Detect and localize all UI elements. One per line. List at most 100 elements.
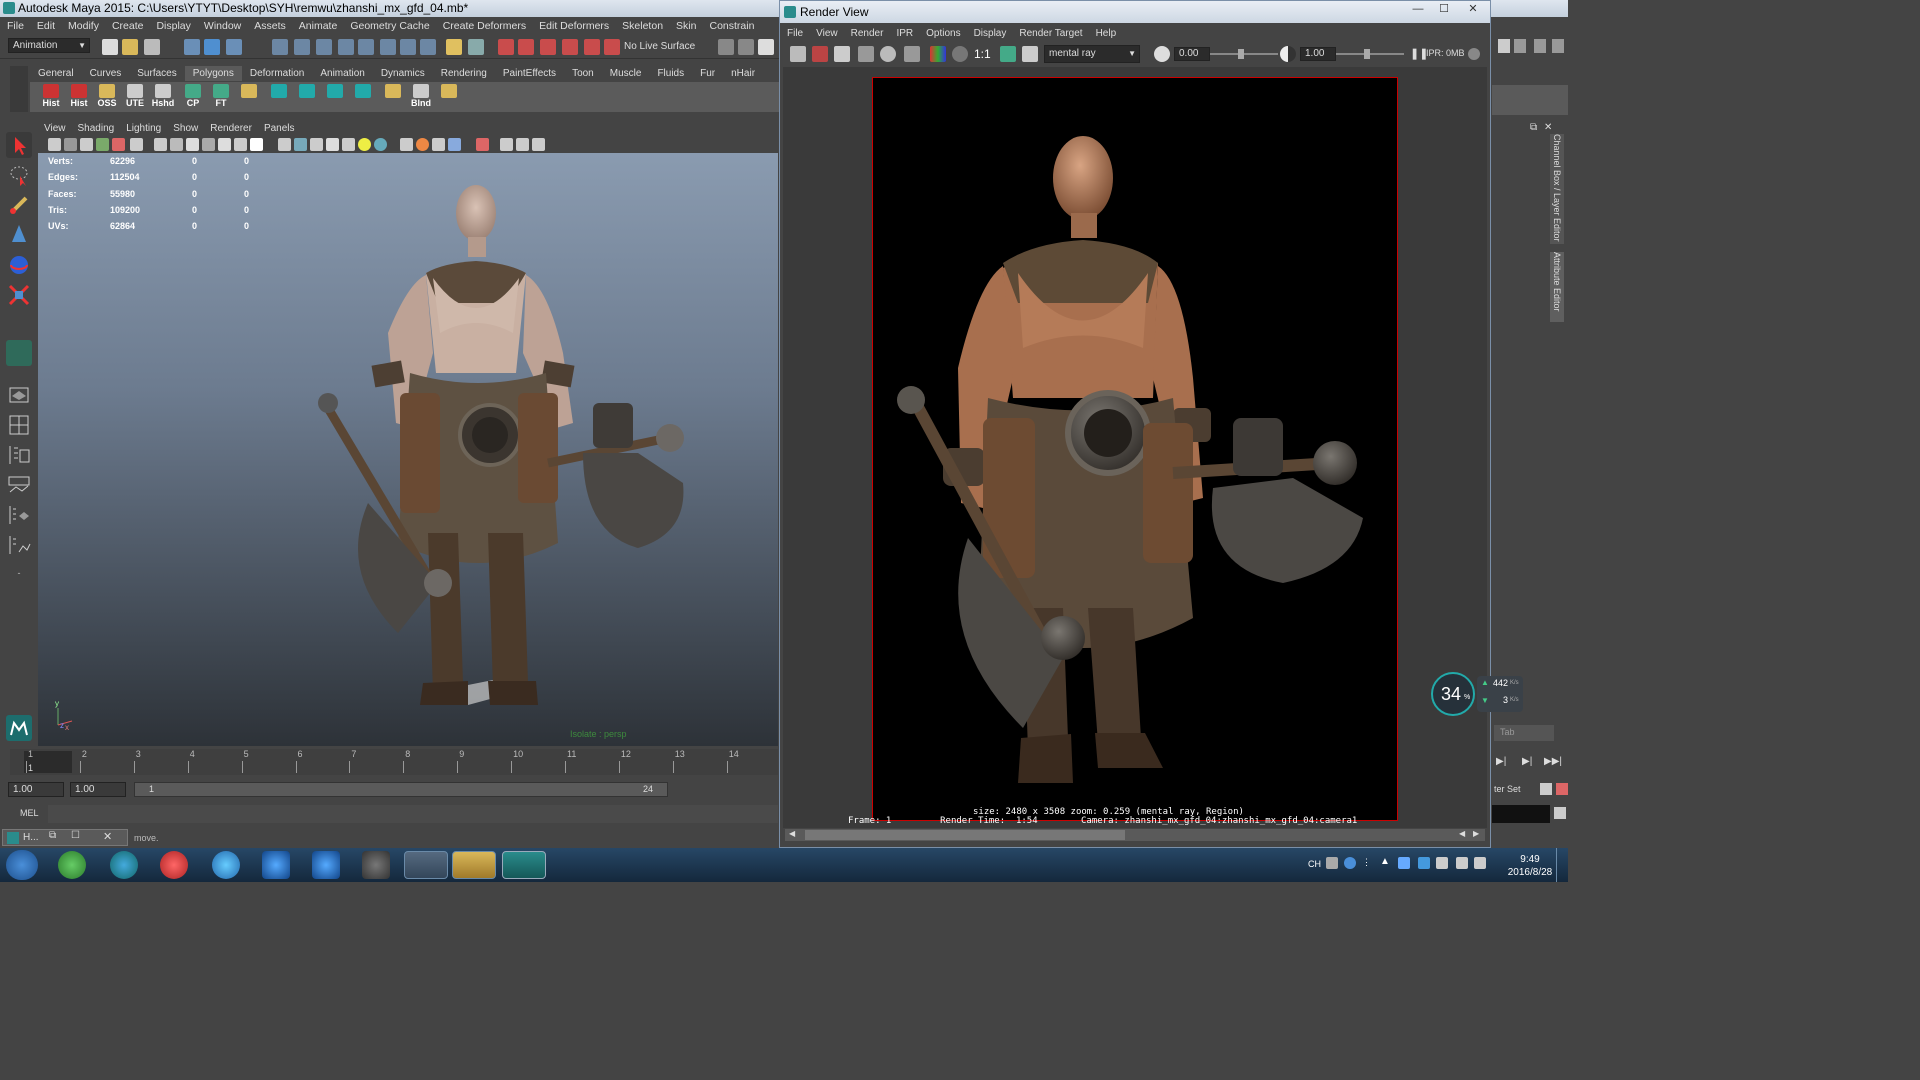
snapshot-icon[interactable] bbox=[834, 46, 850, 62]
paint-select-icon[interactable] bbox=[6, 192, 32, 218]
gamma-slider-handle[interactable] bbox=[1364, 49, 1370, 59]
range-slider-bar[interactable]: 1 24 bbox=[134, 782, 668, 797]
minimized-window[interactable]: H... ⧉ ☐ ✕ bbox=[2, 829, 128, 846]
ipr-icon[interactable] bbox=[858, 46, 874, 62]
xray-active-icon[interactable] bbox=[516, 138, 529, 151]
script-editor-icon[interactable] bbox=[1554, 807, 1566, 819]
menu-geometry-cache[interactable]: Geometry Cache bbox=[343, 18, 435, 34]
tray-expand-icon[interactable]: ▲ bbox=[1380, 856, 1390, 867]
new-scene-icon[interactable] bbox=[102, 39, 118, 55]
shelf-tab-dynamics[interactable]: Dynamics bbox=[373, 66, 433, 81]
sphere-icon[interactable] bbox=[374, 138, 387, 151]
panel-menu-panels[interactable]: Panels bbox=[258, 121, 301, 136]
rv-menu-render[interactable]: Render bbox=[844, 27, 890, 41]
shelf-button-tool-10[interactable] bbox=[322, 83, 348, 111]
channel-box-icon[interactable] bbox=[1552, 39, 1564, 53]
horizontal-scrollbar[interactable]: ◀ ◀ ▶ bbox=[785, 829, 1485, 841]
shelf-options[interactable] bbox=[10, 66, 28, 112]
rv-menu-help[interactable]: Help bbox=[1089, 27, 1123, 41]
shelf-button-tool-8[interactable] bbox=[266, 83, 292, 111]
shelf-button-ft[interactable]: FT bbox=[208, 83, 234, 111]
snap-surface-icon[interactable] bbox=[358, 39, 374, 55]
tool-settings-icon[interactable] bbox=[1534, 39, 1546, 53]
close-icon[interactable]: ✕ bbox=[1458, 2, 1488, 17]
panel-menu-lighting[interactable]: Lighting bbox=[120, 121, 167, 136]
textures-icon[interactable] bbox=[218, 138, 231, 151]
volume-icon[interactable] bbox=[1456, 857, 1468, 869]
shadows-icon[interactable] bbox=[278, 138, 291, 151]
restore-icon[interactable]: ⧉ bbox=[49, 830, 56, 841]
scroll-left-icon[interactable]: ◀ bbox=[1459, 829, 1465, 838]
select-object-icon[interactable] bbox=[204, 39, 220, 55]
rv-menu-ipr[interactable]: IPR bbox=[889, 27, 919, 41]
minimize-icon[interactable]: — bbox=[1406, 2, 1430, 17]
shelf-tab-general[interactable]: General bbox=[30, 66, 82, 81]
open-scene-icon[interactable] bbox=[122, 39, 138, 55]
scroll-right-icon[interactable]: ▶ bbox=[1473, 829, 1479, 838]
live-surface-icon[interactable] bbox=[604, 39, 620, 55]
gamma-icon[interactable] bbox=[432, 138, 445, 151]
render-region-icon[interactable] bbox=[812, 46, 828, 62]
lock-icon[interactable] bbox=[446, 39, 462, 55]
panel-menu-shading[interactable]: Shading bbox=[72, 121, 121, 136]
construction-icon[interactable] bbox=[400, 39, 416, 55]
security-shield-icon[interactable] bbox=[1398, 857, 1410, 869]
shelf-button-blnd[interactable]: Blnd bbox=[408, 83, 434, 111]
hypershade-layout-icon[interactable] bbox=[6, 532, 32, 558]
start-time-field[interactable]: 1.00 bbox=[8, 782, 64, 797]
real-size-button[interactable]: 1:1 bbox=[974, 47, 991, 61]
history-icon[interactable] bbox=[380, 39, 396, 55]
shelf-tab-polygons[interactable]: Polygons bbox=[184, 66, 242, 81]
xray-joints-icon[interactable] bbox=[500, 138, 513, 151]
rv-menu-display[interactable]: Display bbox=[967, 27, 1013, 41]
key-icon[interactable] bbox=[1540, 783, 1552, 795]
grid-icon[interactable] bbox=[130, 138, 143, 151]
image-plane-icon[interactable] bbox=[96, 138, 109, 151]
redo-render-icon[interactable] bbox=[790, 46, 806, 62]
perspective-viewport[interactable]: Verts: 62296 0 0 Edges: 112504 0 0 Faces: 55980 0 0… bbox=[38, 153, 778, 746]
snap-point-icon[interactable] bbox=[316, 39, 332, 55]
wire-on-shaded-icon[interactable] bbox=[186, 138, 199, 151]
panel-menu-show[interactable]: Show bbox=[167, 121, 204, 136]
alpha-channel-icon[interactable] bbox=[952, 46, 968, 62]
chat-app-icon[interactable] bbox=[212, 851, 240, 879]
file-explorer-icon[interactable] bbox=[452, 851, 496, 879]
save-scene-icon[interactable] bbox=[144, 39, 160, 55]
remove-image-icon[interactable] bbox=[1022, 46, 1038, 62]
shelf-button-cp[interactable]: CP bbox=[180, 83, 206, 111]
scrollbar-thumb[interactable] bbox=[805, 830, 1125, 840]
rv-menu-file[interactable]: File bbox=[780, 27, 809, 41]
exposure-icon[interactable] bbox=[1154, 46, 1170, 62]
panel-menu-renderer[interactable]: Renderer bbox=[204, 121, 258, 136]
panel-menu-view[interactable]: View bbox=[38, 121, 72, 136]
lights-icon[interactable] bbox=[234, 138, 247, 151]
wireframe-icon[interactable] bbox=[154, 138, 167, 151]
menu-display[interactable]: Display bbox=[149, 18, 196, 34]
shelf-tab-painteffects[interactable]: PaintEffects bbox=[495, 66, 564, 81]
gamma-icon[interactable] bbox=[1280, 46, 1296, 62]
more-layouts-icon[interactable]: - bbox=[6, 568, 32, 582]
menu-assets[interactable]: Assets bbox=[247, 18, 292, 34]
light-bulb-icon[interactable] bbox=[358, 138, 371, 151]
menu-edit-deformers[interactable]: Edit Deformers bbox=[532, 18, 615, 34]
action-center-icon[interactable] bbox=[1436, 857, 1448, 869]
scroll-left-icon[interactable]: ◀ bbox=[789, 829, 795, 838]
playback-start-field[interactable]: 1.00 bbox=[70, 782, 126, 797]
tab-field[interactable]: Tab bbox=[1494, 725, 1554, 741]
calculator-icon[interactable] bbox=[404, 851, 448, 879]
shelf-button-hshd[interactable]: Hshd bbox=[150, 83, 176, 111]
camera-select-icon[interactable] bbox=[48, 138, 61, 151]
refresh-ipr-icon[interactable] bbox=[880, 46, 896, 62]
snap-curve-icon[interactable] bbox=[294, 39, 310, 55]
shelf-button-tool-7[interactable] bbox=[236, 83, 262, 111]
isolate-select-icon[interactable] bbox=[476, 138, 489, 151]
shelf-button-hist[interactable]: Hist bbox=[38, 83, 64, 111]
maximize-icon[interactable]: ☐ bbox=[1432, 2, 1456, 17]
text-icon[interactable] bbox=[250, 138, 263, 151]
shelf-tab-muscle[interactable]: Muscle bbox=[602, 66, 650, 81]
channel-box-tab[interactable]: Channel Box / Layer Editor bbox=[1550, 134, 1564, 244]
ie-browser-icon[interactable] bbox=[58, 851, 86, 879]
shelf-tab-toon[interactable]: Toon bbox=[564, 66, 602, 81]
four-view-icon[interactable] bbox=[6, 412, 32, 438]
snap-grid-icon[interactable] bbox=[272, 39, 288, 55]
